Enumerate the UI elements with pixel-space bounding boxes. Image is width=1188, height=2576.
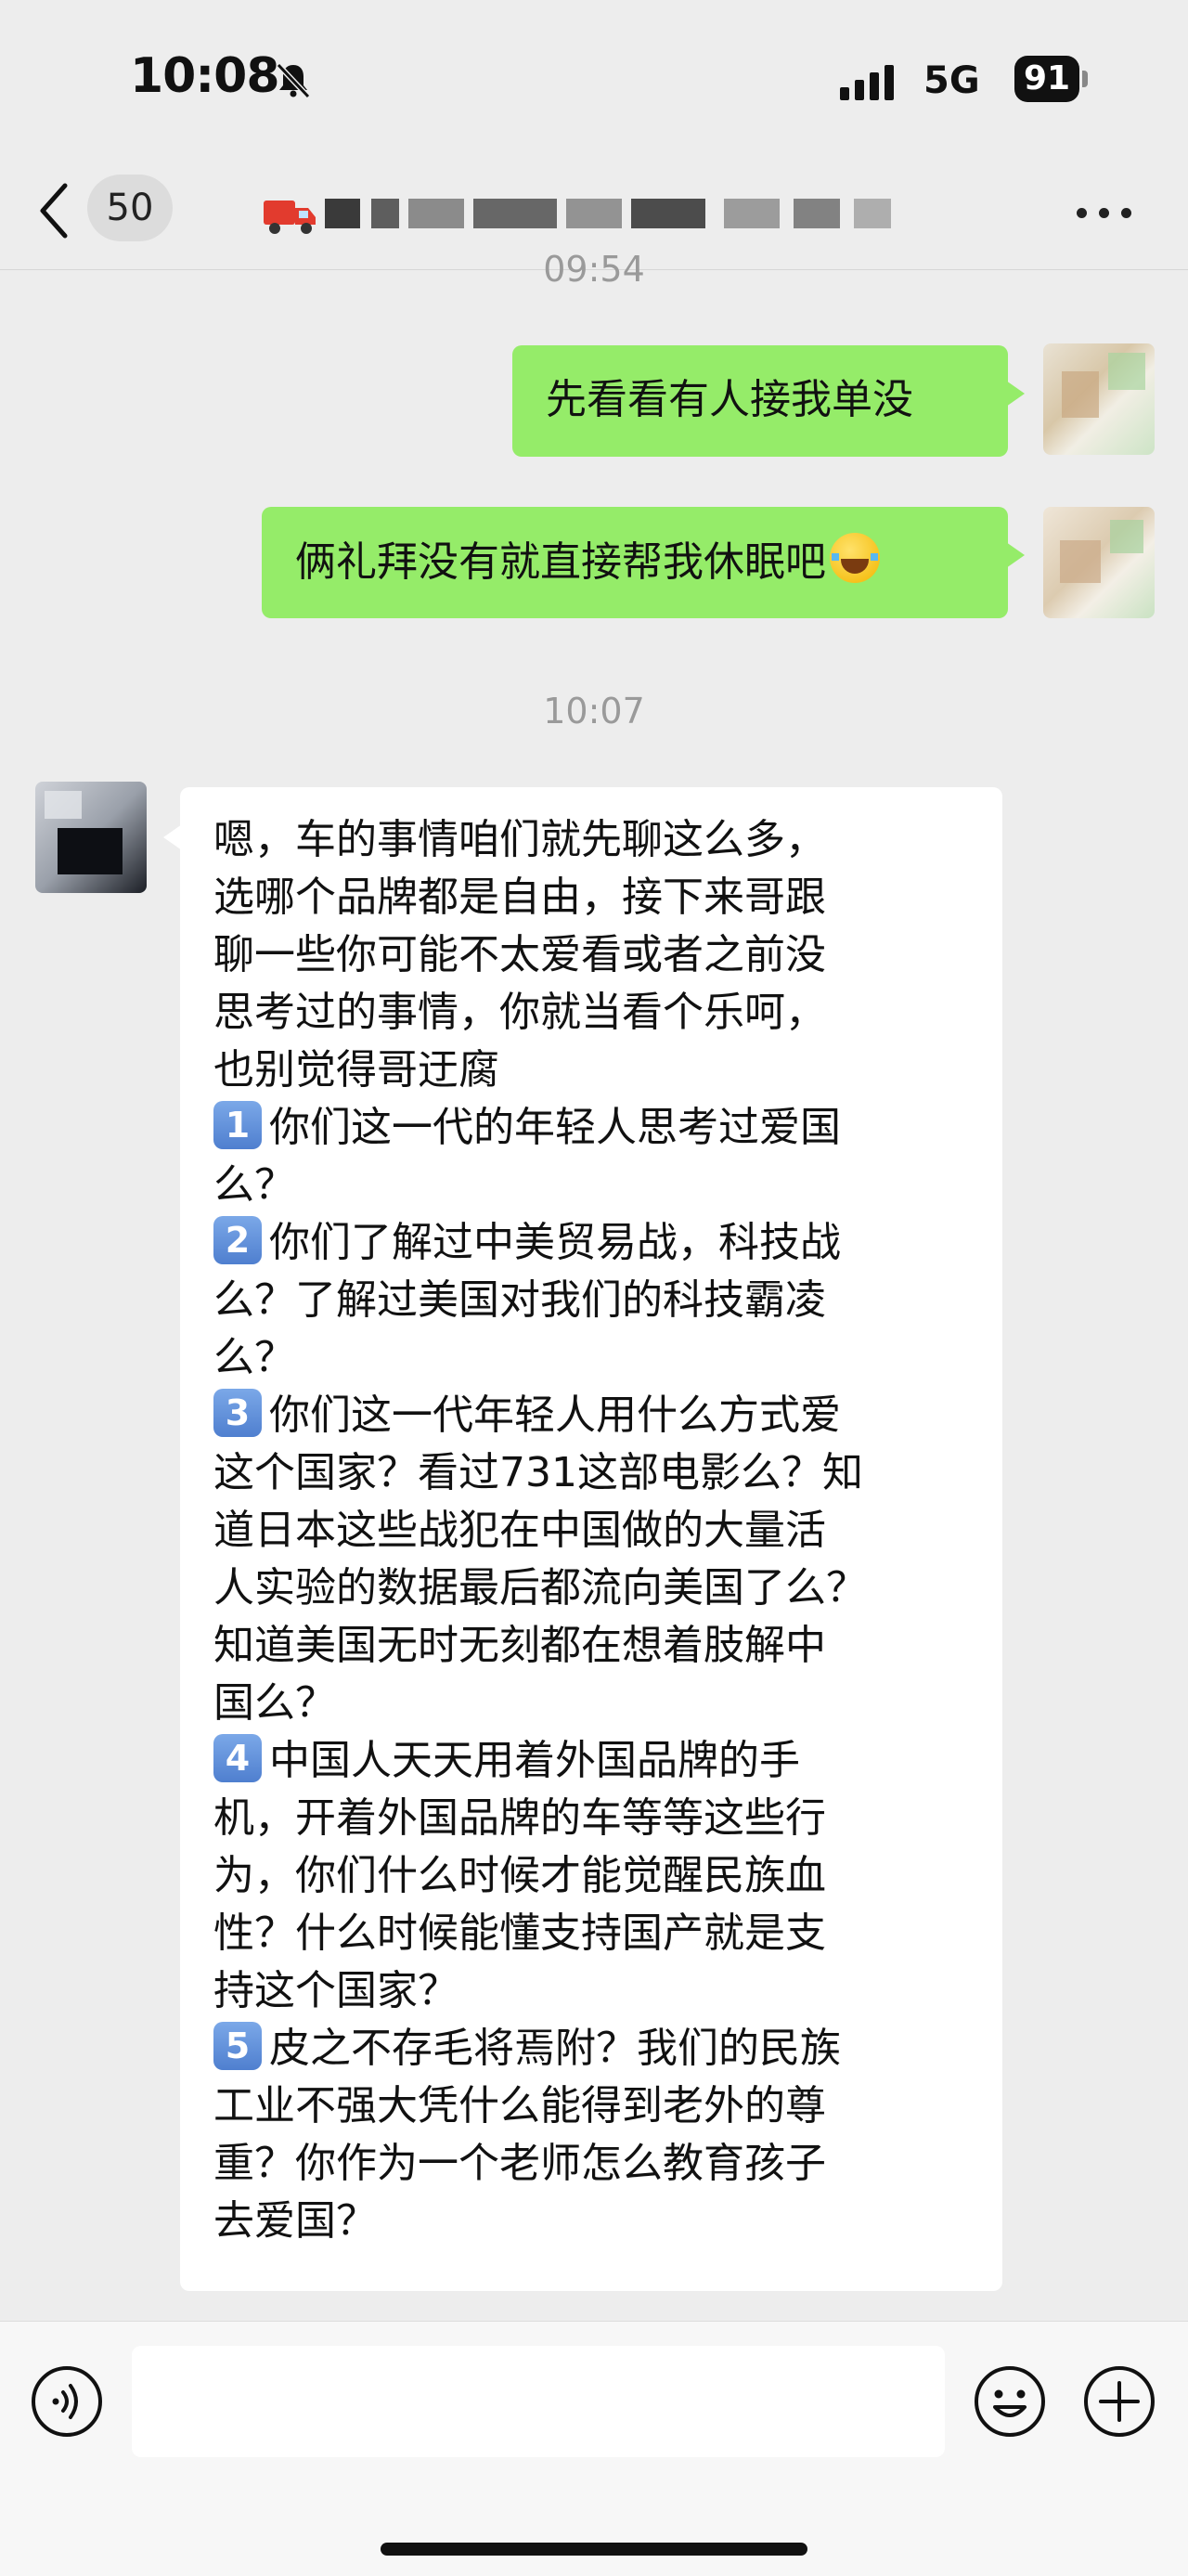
redaction-block xyxy=(325,199,360,228)
more-dots-icon[interactable] xyxy=(1077,202,1142,225)
message-line: 知道美国无时无刻都在想着肢解中 xyxy=(213,1622,826,1669)
message-line: 思考过的事情，你就当看个乐呵， xyxy=(213,989,826,1036)
message-line: 中国人天天用着外国品牌的手 xyxy=(269,1737,800,1784)
message-line: 你们了解过中美贸易战，科技战 xyxy=(269,1219,841,1266)
message-line: 重？你作为一个老师怎么教育孩子 xyxy=(213,2140,826,2187)
status-time: 10:08 xyxy=(130,48,280,104)
received-message-bubble[interactable]: 嗯，车的事情咱们就先聊这么多， 选哪个品牌都是自由，接下来哥跟 聊一些你可能不太… xyxy=(163,787,1002,2291)
avatar[interactable] xyxy=(1043,343,1155,455)
message-line: 持这个国家？ xyxy=(213,1967,458,2014)
avatar-pixel xyxy=(1110,520,1143,553)
plus-icon[interactable] xyxy=(1080,2362,1158,2440)
timestamp: 09:54 xyxy=(543,249,645,290)
message-line: 嗯，车的事情咱们就先聊这么多， xyxy=(213,816,826,863)
message-line: 工业不强大凭什么能得到老外的尊 xyxy=(213,2082,826,2129)
chat-title-redacted xyxy=(260,186,928,241)
sent-message-bubble[interactable]: 俩礼拜没有就直接帮我休眠吧 xyxy=(262,507,1025,618)
message-line: 么？ xyxy=(213,1334,295,1381)
emoji-icon[interactable] xyxy=(971,2362,1049,2440)
message-line: 你们这一代年轻人用什么方式爱 xyxy=(269,1392,841,1439)
message-input[interactable] xyxy=(132,2346,945,2457)
keycap-2-icon: 2 xyxy=(213,1216,262,1264)
avatar[interactable] xyxy=(1043,507,1155,618)
bell-off-icon xyxy=(276,62,311,98)
redaction-block xyxy=(631,199,705,228)
message-line: 你们这一代的年轻人思考过爱国 xyxy=(269,1104,841,1151)
redaction-block xyxy=(794,199,840,228)
message-line: 性？什么时候能懂支持国产就是支 xyxy=(213,1909,826,1957)
message-line: 聊一些你可能不太爱看或者之前没 xyxy=(213,931,826,978)
redaction-block xyxy=(408,199,464,228)
message-line: 机，开着外国品牌的车等等这些行 xyxy=(213,1794,826,1842)
home-indicator xyxy=(381,2543,807,2556)
sent-message-bubble[interactable]: 先看看有人接我单没 xyxy=(512,345,1025,457)
redaction-block xyxy=(724,199,780,228)
battery-tip xyxy=(1082,71,1088,87)
message-line: 国么？ xyxy=(213,1679,336,1727)
keycap-5-icon: 5 xyxy=(213,2022,262,2070)
avatar-pixel xyxy=(58,828,123,874)
message-line: 为，你们什么时候才能觉醒民族血 xyxy=(213,1852,826,1899)
message-line: 选哪个品牌都是自由，接下来哥跟 xyxy=(213,874,826,921)
avatar-pixel xyxy=(1062,371,1099,418)
keycap-1-icon: 1 xyxy=(213,1101,262,1149)
network-label: 5G xyxy=(923,59,980,102)
message-line: 人实验的数据最后都流向美国了么？ xyxy=(213,1564,867,1612)
message-line: 去爱国？ xyxy=(213,2197,377,2245)
message-line: 么？了解过美国对我们的科技霸凌 xyxy=(213,1276,826,1324)
message-line: 也别觉得哥迂腐 xyxy=(213,1046,499,1094)
battery-level: 91 xyxy=(1023,59,1071,97)
input-bar xyxy=(0,2321,1188,2576)
message-line: 皮之不存毛将焉附？我们的民族 xyxy=(269,2025,841,2072)
message-line: 么？ xyxy=(213,1161,295,1209)
avatar[interactable] xyxy=(35,782,147,893)
redaction-block xyxy=(371,199,399,228)
redaction-block xyxy=(473,199,557,228)
laughing-emoji-icon xyxy=(830,533,880,583)
voice-icon[interactable] xyxy=(28,2362,106,2440)
timestamp: 10:07 xyxy=(543,691,645,731)
status-bar: 10:08 5G 91 xyxy=(0,0,1188,158)
message-line: 道日本这些战犯在中国做的大量活 xyxy=(213,1507,826,1554)
battery-icon: 91 xyxy=(1014,56,1079,102)
message-text: 俩礼拜没有就直接帮我休眠吧 xyxy=(295,538,826,586)
keycap-3-icon: 3 xyxy=(213,1389,262,1437)
message-line: 这个国家？看过731这部电影么？知 xyxy=(213,1449,863,1496)
unread-count-badge[interactable]: 50 xyxy=(87,175,173,241)
avatar-pixel xyxy=(45,791,82,819)
avatar-pixel xyxy=(1108,353,1145,390)
truck-icon xyxy=(264,201,316,234)
message-text: 先看看有人接我单没 xyxy=(546,376,913,423)
redaction-block xyxy=(854,199,891,228)
keycap-4-icon: 4 xyxy=(213,1734,262,1782)
redaction-block xyxy=(566,199,622,228)
signal-icon xyxy=(840,65,894,100)
avatar-pixel xyxy=(1060,540,1101,583)
chevron-left-icon[interactable] xyxy=(37,178,74,243)
